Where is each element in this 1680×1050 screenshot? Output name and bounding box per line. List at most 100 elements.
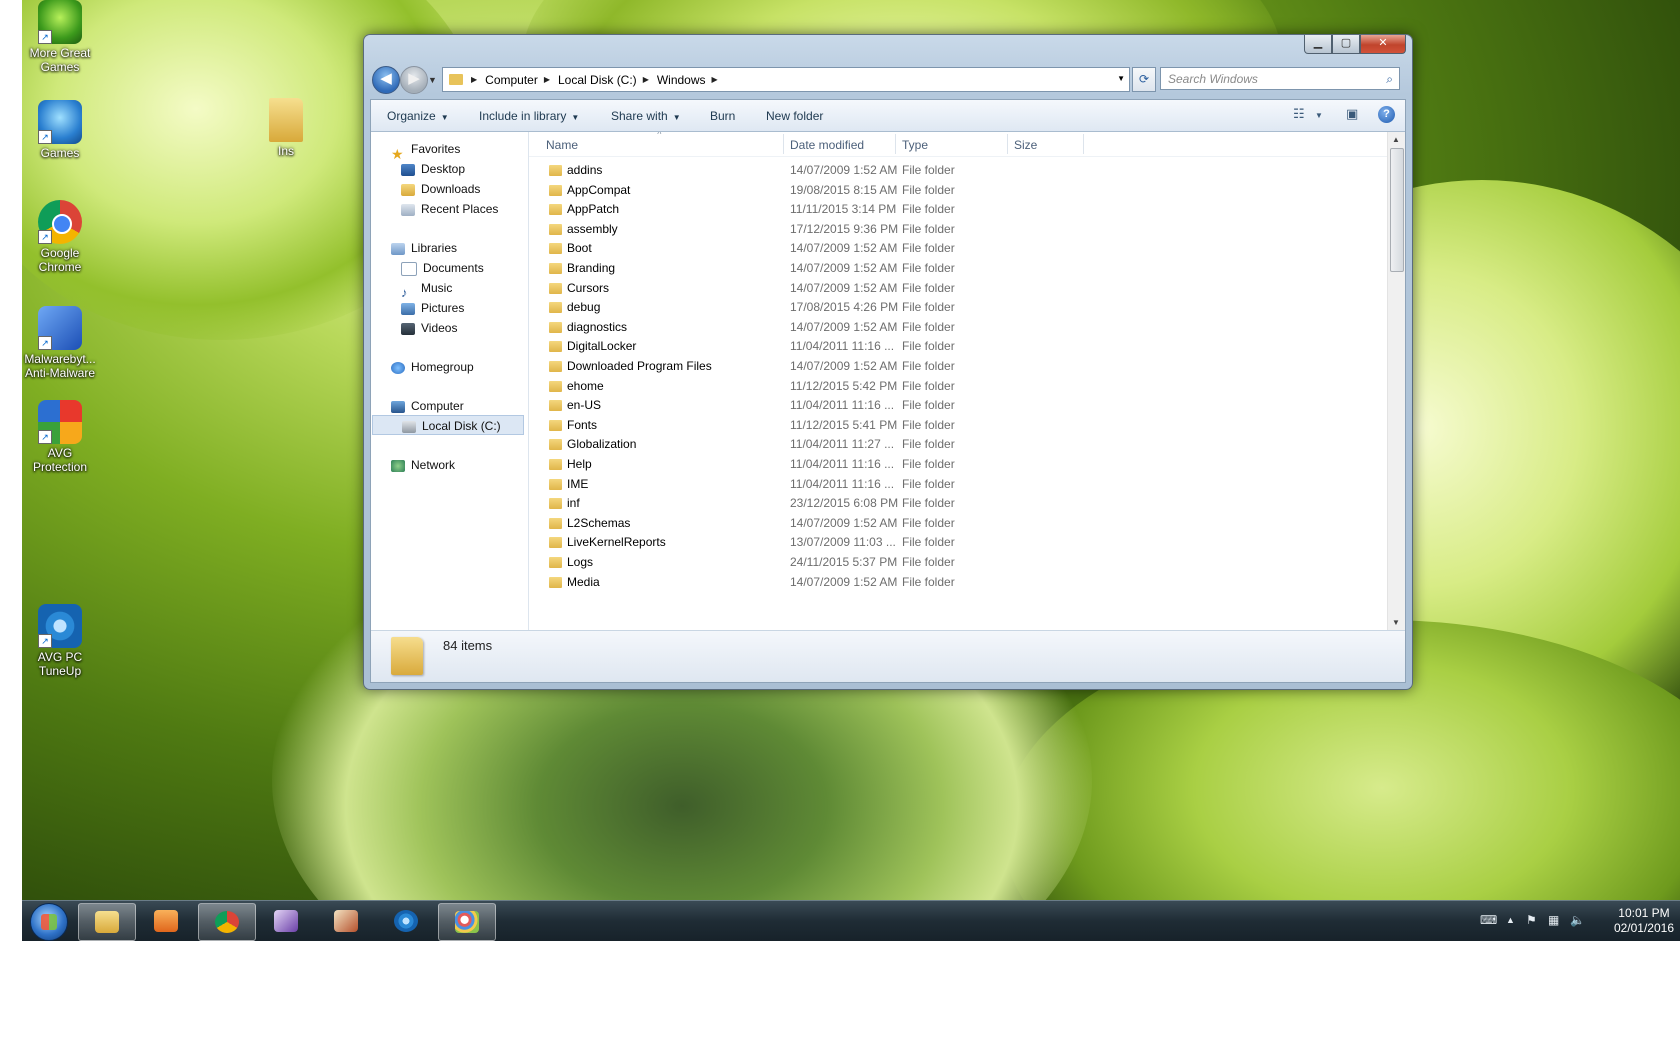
file-date-modified: 11/04/2011 11:16 ... [790,476,895,491]
taskbar-file-explorer[interactable] [78,903,136,941]
burn-button[interactable]: Burn [710,109,735,123]
file-row[interactable]: Logs 24/11/2015 5:37 PM File folder [529,552,1387,572]
nav-label: Desktop [421,162,466,176]
file-row[interactable]: ehome 11/12/2015 5:42 PM File folder [529,376,1387,396]
taskbar-avg-tuneup[interactable] [378,903,434,939]
keyboard-icon[interactable]: ⌨ [1480,913,1497,927]
taskbar-chrome[interactable] [198,903,256,941]
scroll-up-icon[interactable]: ▲ [1392,135,1400,144]
address-bar[interactable]: ▶ Computer ▶ Local Disk (C:) ▶ Windows ▶… [442,67,1130,92]
column-divider[interactable] [1083,134,1084,154]
preview-pane-icon[interactable]: ▣ [1346,106,1358,122]
file-row[interactable]: assembly 17/12/2015 9:36 PM File folder [529,219,1387,239]
file-row[interactable]: Downloaded Program Files 14/07/2009 1:52 … [529,356,1387,376]
breadcrumb-separator-icon[interactable]: ▶ [643,75,649,84]
file-row[interactable]: Boot 14/07/2009 1:52 AM File folder [529,238,1387,258]
desktop-icon-google-chrome[interactable]: ↗ Google Chrome [20,200,100,274]
nav-libraries[interactable]: Libraries [391,238,457,258]
nav-network[interactable]: Network [391,455,455,475]
clock[interactable]: 10:01 PM 02/01/2016 [1614,906,1674,936]
desktop-icon-ins-folder[interactable]: Ins [246,98,326,158]
minimize-button[interactable]: ▁ [1304,35,1332,54]
nav-downloads[interactable]: Downloads [401,179,480,199]
action-center-flag-icon[interactable]: ⚑ [1526,913,1537,927]
column-divider[interactable] [1007,134,1008,154]
organize-button[interactable]: Organize ▼ [387,109,449,123]
taskbar-app-purple[interactable] [258,903,314,939]
scroll-down-icon[interactable]: ▼ [1392,618,1400,627]
desktop-icon-avg-protection[interactable]: ↗ AVG Protection [20,400,100,474]
file-type: File folder [902,221,955,236]
taskbar-app-card[interactable] [318,903,374,939]
file-type: File folder [902,241,955,256]
file-row[interactable]: L2Schemas 14/07/2009 1:52 AM File folder [529,513,1387,533]
recent-pages-dropdown-icon[interactable]: ▼ [428,75,437,85]
nav-desktop[interactable]: Desktop [401,159,465,179]
vertical-scrollbar[interactable]: ▲ ▼ [1387,132,1405,630]
file-row[interactable]: Fonts 11/12/2015 5:41 PM File folder [529,415,1387,435]
start-button[interactable] [30,903,68,941]
file-row[interactable]: diagnostics 14/07/2009 1:52 AM File folder [529,317,1387,337]
file-row[interactable]: AppCompat 19/08/2015 8:15 AM File folder [529,180,1387,200]
view-options-dropdown-icon[interactable]: ▼ [1315,111,1323,120]
forward-button[interactable]: ▶ [400,66,428,94]
file-row[interactable]: IME 11/04/2011 11:16 ... File folder [529,474,1387,494]
column-divider[interactable] [895,134,896,154]
nav-videos[interactable]: Videos [401,318,457,338]
search-icon[interactable]: ⌕ [1386,68,1393,90]
column-divider[interactable] [783,134,784,154]
nav-music[interactable]: ♪ Music [401,278,452,300]
desktop-icon-avg-tuneup[interactable]: ↗ AVG PC TuneUp [20,604,100,678]
nav-recent-places[interactable]: Recent Places [401,199,498,219]
desktop-icon-more-great-games[interactable]: ↗ More Great Games [20,0,100,74]
column-header-type[interactable]: Type [902,138,928,152]
volume-icon[interactable]: 🔈 [1570,913,1585,927]
column-header-date[interactable]: Date modified [790,138,864,152]
file-row[interactable]: DigitalLocker 11/04/2011 11:16 ... File fo… [529,336,1387,356]
taskbar-paint[interactable] [438,903,496,941]
nav-local-disk[interactable]: Local Disk (C:) [372,415,524,435]
search-input[interactable]: Search Windows ⌕ [1160,67,1400,90]
desktop-icon-malwarebytes[interactable]: ↗ Malwarebyt... Anti-Malware [20,306,100,380]
file-row[interactable]: AppPatch 11/11/2015 3:14 PM File folder [529,199,1387,219]
file-row[interactable]: Cursors 14/07/2009 1:52 AM File folder [529,278,1387,298]
nav-pictures[interactable]: Pictures [401,298,464,318]
file-row[interactable]: Media 14/07/2009 1:52 AM File folder [529,572,1387,592]
breadcrumb-windows[interactable]: Windows [657,73,706,87]
maximize-button[interactable]: ▢ [1332,35,1360,54]
taskbar-media-player[interactable] [138,903,194,939]
refresh-button[interactable]: ⟳ [1132,67,1156,92]
change-view-icon[interactable]: ☷ [1293,106,1305,122]
file-row[interactable]: debug 17/08/2015 4:26 PM File folder [529,297,1387,317]
include-in-library-button[interactable]: Include in library ▼ [479,109,579,123]
address-history-dropdown-icon[interactable]: ▼ [1117,74,1125,83]
nav-label: Favorites [411,142,461,156]
breadcrumb-separator-icon[interactable]: ▶ [712,75,718,84]
nav-computer[interactable]: Computer [391,396,464,416]
file-row[interactable]: Help 11/04/2011 11:16 ... File folder [529,454,1387,474]
nav-documents[interactable]: Documents [401,258,484,278]
breadcrumb-separator-icon[interactable]: ▶ [471,75,477,84]
nav-homegroup[interactable]: Homegroup [391,357,474,377]
breadcrumb-separator-icon[interactable]: ▶ [544,75,550,84]
close-button[interactable]: ✕ [1360,35,1406,54]
file-row[interactable]: Branding 14/07/2009 1:52 AM File folder [529,258,1387,278]
file-row[interactable]: LiveKernelReports 13/07/2009 11:03 ... Fil… [529,532,1387,552]
column-header-size[interactable]: Size [1014,138,1037,152]
scrollbar-thumb[interactable] [1390,148,1404,272]
file-row[interactable]: Globalization 11/04/2011 11:27 ... File fo… [529,434,1387,454]
breadcrumb-computer[interactable]: Computer [485,73,538,87]
help-button[interactable]: ? [1378,106,1395,123]
column-header-name[interactable]: Name [546,138,578,152]
new-folder-button[interactable]: New folder [766,109,823,123]
back-button[interactable]: ◀ [372,66,400,94]
network-status-icon[interactable]: ▦ [1548,913,1559,927]
file-row[interactable]: inf 23/12/2015 6:08 PM File folder [529,493,1387,513]
file-row[interactable]: addins 14/07/2009 1:52 AM File folder [529,160,1387,180]
nav-favorites[interactable]: ★ Favorites [391,139,461,162]
share-with-button[interactable]: Share with ▼ [611,109,681,123]
breadcrumb-local-disk[interactable]: Local Disk (C:) [558,73,637,87]
desktop-icon-games[interactable]: ↗ Games [20,100,100,160]
show-hidden-icons-icon[interactable]: ▲ [1506,915,1515,925]
file-row[interactable]: en-US 11/04/2011 11:16 ... File folder [529,395,1387,415]
